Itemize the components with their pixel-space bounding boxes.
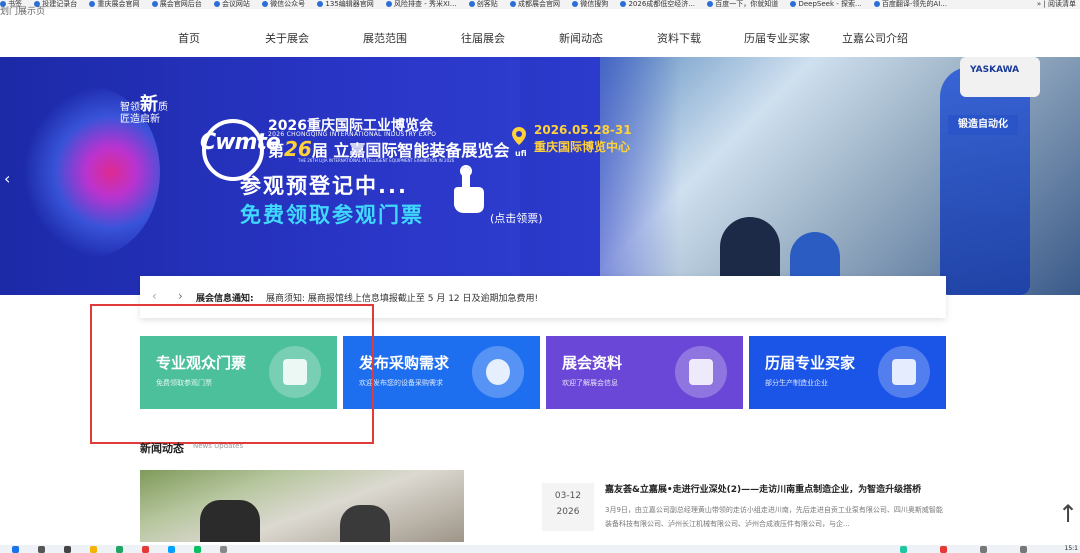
bookmark-icon: [873, 1, 880, 7]
bookmark-icon: [386, 1, 393, 7]
bookmark-icon: [468, 1, 475, 7]
news-image[interactable]: [140, 470, 464, 542]
bookmark-item[interactable]: 2026成都低空经济...: [620, 0, 695, 9]
location-pin-icon: [512, 127, 526, 145]
news-headline[interactable]: 嘉友荟&立嘉展•走进行业深处(2)——走访川南重点制造企业，为智造升级搭桥: [605, 482, 921, 495]
card-subtitle: 欢迎了解展会信息: [562, 379, 618, 387]
card-title: 展会资料: [562, 354, 623, 372]
expo-venue: 重庆国际博览中心: [534, 140, 631, 154]
bookmark-icon: [572, 1, 579, 7]
bookmark-item[interactable]: 百度一下，你就知道: [707, 0, 778, 9]
tray-icon[interactable]: [980, 546, 987, 553]
notice-next-button[interactable]: ›: [178, 289, 183, 303]
notice-text[interactable]: 展商须知: 展商报馆线上信息填报截止至 5 月 12 日及逾期加急费用!: [266, 291, 538, 304]
ufi-logo: ufi: [515, 149, 527, 158]
bookmark-icon: [707, 1, 714, 7]
nav-past[interactable]: 往届展会: [438, 30, 528, 46]
bookmark-item[interactable]: 重庆展会官网: [89, 0, 139, 9]
folder-icon[interactable]: [90, 546, 97, 553]
bookmark-icon: [262, 1, 269, 7]
bookmark-item[interactable]: DeepSeek - 探索...: [790, 0, 862, 9]
card-exhibition-info[interactable]: 展会资料 欢迎了解展会信息: [546, 336, 743, 409]
main-nav: 首页 关于展会 展范范围 往届展会 新闻动态 资料下载 历届专业买家 立嘉公司介…: [0, 20, 1080, 54]
robot-arm: [940, 67, 1030, 295]
slogan: 智领新质 匠造启新: [120, 94, 168, 126]
news-section-subtitle: News Updates: [193, 442, 244, 450]
app-icon[interactable]: [142, 546, 149, 553]
booth-sign: 锻造自动化: [948, 115, 1018, 135]
task-view-icon[interactable]: [64, 546, 71, 553]
bookmark-icon: [510, 1, 516, 7]
news-date: 03-12 2026: [542, 483, 594, 531]
clock[interactable]: 15:1: [1065, 545, 1078, 552]
tray-icon[interactable]: [900, 546, 907, 553]
bookmark-item[interactable]: 创客贴: [468, 0, 498, 9]
bookmark-item[interactable]: 成都展会官网: [510, 0, 560, 9]
free-ticket-headline: 免费领取参观门票: [240, 203, 424, 227]
card-title: 历届专业买家: [765, 354, 856, 372]
highlight-annotation: [90, 304, 374, 444]
card-subtitle: 部分生产制造业企业: [765, 379, 828, 387]
nav-home[interactable]: 首页: [144, 30, 234, 46]
bookmark-icon: [620, 1, 627, 7]
nav-buyers[interactable]: 历届专业买家: [732, 30, 822, 46]
news-excerpt: 3月9日，由立嘉公司副总经理黄山带领的走访小组走进川南，先后走进自贡工业泵有限公…: [605, 506, 943, 528]
bookmarks-bar: 书签 投建记录台 重庆展会官网 展会官网后台 会议网站 微信公众号 135编辑器…: [0, 0, 1080, 9]
nav-scope[interactable]: 展范范围: [340, 30, 430, 46]
bookmark-icon: [89, 1, 96, 7]
bookmark-item[interactable]: 微信搜狗: [572, 0, 608, 9]
back-to-top-button[interactable]: ↑: [1058, 500, 1078, 528]
bookmark-icon: [790, 1, 797, 7]
nav-about[interactable]: 关于展会: [242, 30, 332, 46]
browser-icon[interactable]: [168, 546, 175, 553]
hero-banner[interactable]: YASKAWA 锻造自动化 ‹ 智领新质 匠造启新 Cwmte 2026重庆国际…: [0, 57, 1080, 295]
exhibition-title-en: THE 26TH LIJIA INTERNATIONAL INTELLIGENT…: [298, 158, 455, 163]
notice-prev-button[interactable]: ‹: [152, 289, 157, 303]
yaskawa-logo: YASKAWA: [970, 65, 1020, 75]
pointer-hand-icon: [454, 165, 484, 213]
click-for-ticket-label[interactable]: (点击领票): [490, 210, 543, 226]
tray-icon[interactable]: [940, 546, 947, 553]
bookmark-icon: [317, 1, 324, 7]
customer-service-icon: [472, 346, 524, 398]
notice-label: 展会信息通知:: [196, 294, 254, 304]
app-icon[interactable]: [116, 546, 123, 553]
expo-date: 2026.05.28-31: [534, 123, 632, 137]
bookmark-item[interactable]: 百度翻译-领先的AI...: [873, 0, 947, 9]
nav-news[interactable]: 新闻动态: [536, 30, 626, 46]
page-cut-text: 划门展示页: [0, 7, 46, 17]
banner-prev-button[interactable]: ‹: [4, 169, 10, 188]
app-icon[interactable]: [220, 546, 227, 553]
robot-head: [960, 57, 1040, 97]
news-section-title: 新闻动态: [140, 442, 184, 455]
document-icon: [675, 346, 727, 398]
taskbar: 15:1: [0, 545, 1080, 553]
search-icon[interactable]: [38, 546, 45, 553]
bookmark-item[interactable]: 微信公众号: [262, 0, 305, 9]
bookmark-item[interactable]: 展会官网后台: [151, 0, 202, 9]
bookmark-item[interactable]: 风险排查 - 秀米XI...: [386, 0, 457, 9]
tray-icon[interactable]: [1020, 546, 1027, 553]
reading-list-button[interactable]: » | 阅读清单: [1037, 0, 1076, 9]
wechat-icon[interactable]: [194, 546, 201, 553]
card-past-buyers[interactable]: 历届专业买家 部分生产制造业企业: [749, 336, 946, 409]
bookmark-item[interactable]: 会议网站: [213, 0, 250, 9]
nav-company[interactable]: 立嘉公司介绍: [830, 30, 920, 46]
bookmark-icon: [151, 1, 158, 7]
buyer-badge-icon: [878, 346, 930, 398]
register-headline: 参观预登记中...: [240, 174, 408, 198]
bookmark-item[interactable]: 135编辑器官网: [317, 0, 374, 9]
bookmark-icon: [213, 1, 220, 7]
windows-icon[interactable]: [12, 546, 19, 553]
nav-download[interactable]: 资料下载: [634, 30, 724, 46]
